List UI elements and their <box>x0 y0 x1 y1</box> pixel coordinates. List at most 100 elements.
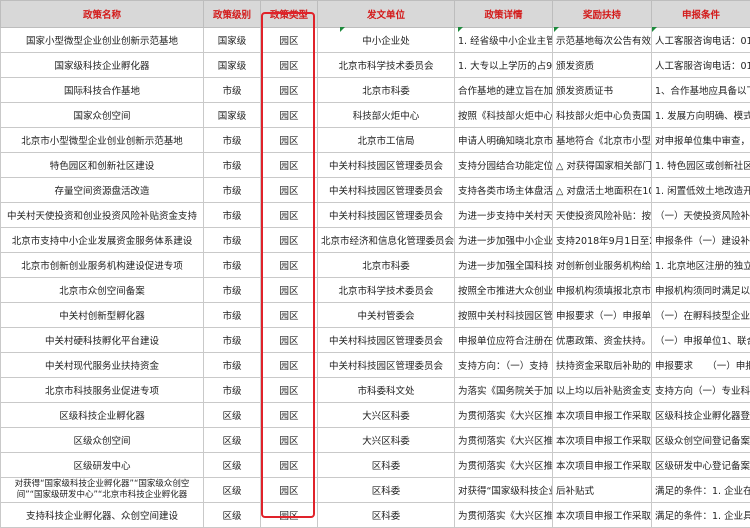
table-cell[interactable]: 市级 <box>204 278 261 303</box>
table-cell[interactable]: 人工客服咨询电话：010- <box>652 53 750 78</box>
table-cell[interactable]: 以上均以后补贴资金支持 <box>553 378 652 403</box>
table-cell[interactable]: 为贯彻落实《大兴区推进 <box>455 503 553 528</box>
table-cell[interactable]: 区级研发中心 <box>1 453 204 478</box>
table-cell[interactable]: 北京市小型微型企业创业创新示范基地 <box>1 128 204 153</box>
table-cell[interactable]: 北京市工信局 <box>318 128 455 153</box>
column-header[interactable]: 奖励扶持 <box>553 1 652 28</box>
table-cell[interactable]: 1. 大专以上学历的占90% <box>455 53 553 78</box>
table-cell[interactable]: 申报机构须同时满足以下条 <box>652 278 750 303</box>
table-cell[interactable]: 满足的条件：1. 企业具有 <box>652 503 750 528</box>
table-cell[interactable]: 为贯彻落实《大兴区推进 <box>455 428 553 453</box>
table-cell[interactable]: （一）申报单位1、联合申 <box>652 328 750 353</box>
table-cell[interactable]: 园区 <box>261 428 318 453</box>
table-cell[interactable]: 市级 <box>204 153 261 178</box>
table-cell[interactable]: 为贯彻落实《大兴区推进 <box>455 403 553 428</box>
table-cell[interactable]: 国家众创空间 <box>1 103 204 128</box>
table-cell[interactable]: 区级 <box>204 453 261 478</box>
table-cell[interactable]: 园区 <box>261 453 318 478</box>
table-cell[interactable]: 天使投资风险补贴：按实际 <box>553 203 652 228</box>
table-cell[interactable]: 本次项目申报工作采取网 <box>553 503 652 528</box>
table-cell[interactable]: 支持方向（一）专业科技 <box>652 378 750 403</box>
table-cell[interactable]: 支持分园结合功能定位、 <box>455 153 553 178</box>
table-cell[interactable]: 中关村科技园区管理委员会 <box>318 178 455 203</box>
table-cell[interactable]: 园区 <box>261 153 318 178</box>
table-cell[interactable]: 区级 <box>204 403 261 428</box>
table-cell[interactable]: 园区 <box>261 253 318 278</box>
column-header[interactable]: 政策详情 <box>455 1 553 28</box>
table-cell[interactable]: 中关村硬科技孵化平台建设 <box>1 328 204 353</box>
table-cell[interactable]: 大兴区科委 <box>318 403 455 428</box>
table-cell[interactable]: 市级 <box>204 203 261 228</box>
table-cell[interactable]: 中关村创新型孵化器 <box>1 303 204 328</box>
table-cell[interactable]: 按照全市推进大众创业、 <box>455 278 553 303</box>
table-cell[interactable]: 1、合作基地应具备以下条 <box>652 78 750 103</box>
table-cell[interactable]: 区级 <box>204 478 261 503</box>
column-header[interactable]: 政策名称 <box>1 1 204 28</box>
table-cell[interactable]: 基地符合《北京市小型微 <box>553 128 652 153</box>
table-cell[interactable]: 中关村科技园区管理委员会 <box>318 328 455 353</box>
table-cell[interactable]: 申报单位应符合注册在中 <box>455 328 553 353</box>
table-cell[interactable]: 大兴区科委 <box>318 428 455 453</box>
table-cell[interactable]: 申报要求（一）申报单位 <box>553 303 652 328</box>
table-cell[interactable]: 园区 <box>261 28 318 53</box>
table-cell[interactable]: 园区 <box>261 303 318 328</box>
table-cell[interactable]: 园区 <box>261 503 318 528</box>
table-cell[interactable]: 科技部火炬中心 <box>318 103 455 128</box>
table-cell[interactable]: （一）天使投资风险补贴 <box>652 203 750 228</box>
table-cell[interactable]: 市级 <box>204 128 261 153</box>
table-cell[interactable]: 北京市创新创业服务机构建设促进专项 <box>1 253 204 278</box>
table-cell[interactable]: 本次项目申报工作采取网 <box>553 428 652 453</box>
table-cell[interactable]: 区级众创空间登记备案1. <box>652 428 750 453</box>
table-cell[interactable]: 1. 经省级中小企业主管部门 <box>455 28 553 53</box>
table-cell[interactable]: 园区 <box>261 178 318 203</box>
table-cell[interactable]: 国家小型微型企业创业创新示范基地 <box>1 28 204 53</box>
table-cell[interactable]: 后补贴式 <box>553 478 652 503</box>
table-cell[interactable]: 区级众创空间 <box>1 428 204 453</box>
table-cell[interactable]: 市级 <box>204 328 261 353</box>
table-cell[interactable]: 国家级 <box>204 28 261 53</box>
table-cell[interactable]: 市级 <box>204 228 261 253</box>
table-cell[interactable]: 颁发资质证书 <box>553 78 652 103</box>
table-cell[interactable]: 区科委 <box>318 453 455 478</box>
table-cell[interactable]: 对申报单位集中审查，有 <box>652 128 750 153</box>
table-cell[interactable]: 申报要求 （一）申报 <box>652 353 750 378</box>
table-cell[interactable]: 中关村管委会 <box>318 303 455 328</box>
table-cell[interactable]: 人工客服咨询电话：010- <box>652 28 750 53</box>
table-cell[interactable]: 园区 <box>261 478 318 503</box>
table-cell[interactable]: 国际科技合作基地 <box>1 78 204 103</box>
table-cell[interactable]: 北京市经济和信息化管理委员会 <box>318 228 455 253</box>
table-cell[interactable]: 为进一步加强全国科技创 <box>455 253 553 278</box>
table-cell[interactable]: 园区 <box>261 403 318 428</box>
table-cell[interactable]: 市级 <box>204 178 261 203</box>
table-cell[interactable]: 1. 特色园区或创新社区应符 <box>652 153 750 178</box>
table-cell[interactable]: 支持2018年9月1日至2019 <box>553 228 652 253</box>
table-cell[interactable]: 园区 <box>261 228 318 253</box>
table-cell[interactable]: 北京市支持中小企业发展资金服务体系建设 <box>1 228 204 253</box>
column-header[interactable]: 发文单位 <box>318 1 455 28</box>
table-cell[interactable]: 北京市众创空间备案 <box>1 278 204 303</box>
table-cell[interactable]: 国家级 <box>204 53 261 78</box>
table-cell[interactable]: 为进一步支持中关村天使 <box>455 203 553 228</box>
table-cell[interactable]: 为落实《国务院关于加快 <box>455 378 553 403</box>
table-cell[interactable]: 申报机构须填报北京市众 <box>553 278 652 303</box>
table-cell[interactable]: 北京市科学技术委员会 <box>318 53 455 78</box>
table-cell[interactable]: 申报条件（一）建设补助 <box>652 228 750 253</box>
table-cell[interactable]: 北京市科委 <box>318 78 455 103</box>
table-cell[interactable]: 区级科技企业孵化器登记备 <box>652 403 750 428</box>
table-cell[interactable]: 北京市科技服务业促进专项 <box>1 378 204 403</box>
table-cell[interactable]: 国家级 <box>204 103 261 128</box>
table-cell[interactable]: 园区 <box>261 103 318 128</box>
table-cell[interactable]: 园区 <box>261 378 318 403</box>
table-cell[interactable]: 区级 <box>204 503 261 528</box>
table-cell[interactable]: 存量空间资源盘活改造 <box>1 178 204 203</box>
table-cell[interactable]: 本次项目申报工作采取网 <box>553 403 652 428</box>
table-cell[interactable]: 北京市科学技术委员会 <box>318 278 455 303</box>
table-cell[interactable]: 园区 <box>261 278 318 303</box>
table-cell[interactable]: 1. 闲置低效土地改造开发 <box>652 178 750 203</box>
table-cell[interactable]: 园区 <box>261 128 318 153</box>
table-cell[interactable]: 对获得“国家级科技企业孵化器”“国家级众创空间”“国家级研发中心”“北京市科技企… <box>1 478 204 503</box>
table-cell[interactable]: 市级 <box>204 78 261 103</box>
table-cell[interactable]: 市级 <box>204 253 261 278</box>
table-cell[interactable]: 颁发资质 <box>553 53 652 78</box>
table-cell[interactable]: 中小企业处 <box>318 28 455 53</box>
